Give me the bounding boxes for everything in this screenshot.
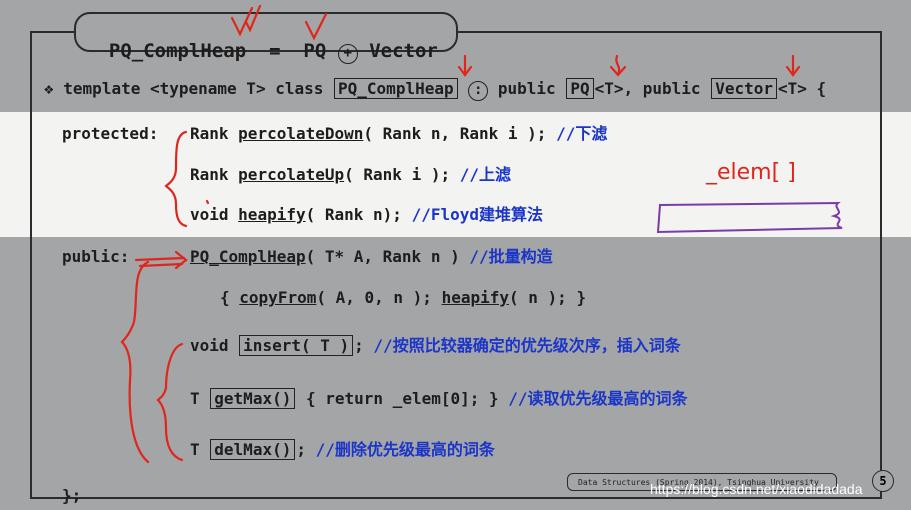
method-signature: insert( T ) xyxy=(239,335,354,356)
decl-public: public xyxy=(497,79,556,98)
code-line-constructor-body: { copyFrom( A, 0, n ); heapify( n ); } xyxy=(220,288,586,308)
slide-title: PQ_ComplHeap = PQ + Vector xyxy=(86,21,438,64)
code-line-heapify: void heapify( Rank n); //Floyd建堆算法 xyxy=(190,205,543,225)
closing-brace: }; xyxy=(62,486,82,505)
method-signature: delMax() xyxy=(210,439,296,460)
method-args: ( n ); } xyxy=(509,288,587,307)
code-comment: //批量构造 xyxy=(469,247,553,266)
code-comment: //上滤 xyxy=(459,165,512,184)
code-comment: //Floyd建堆算法 xyxy=(411,205,544,224)
page-number: 5 xyxy=(872,470,894,492)
code-line-percolate-down: Rank percolateDown( Rank n, Rank i ); //… xyxy=(190,124,607,144)
code-comment: //读取优先级最高的词条 xyxy=(508,389,688,408)
method-args: ( A, 0, n ); xyxy=(316,288,432,307)
decl-t1: <T>, public xyxy=(594,79,701,98)
method-name: heapify xyxy=(238,205,306,224)
code-comment: //下滤 xyxy=(556,124,608,143)
method-name: PQ_ComplHeap xyxy=(190,247,306,266)
return-type: Rank xyxy=(190,124,229,143)
title-equals: = xyxy=(269,40,281,62)
code-line-constructor: PQ_ComplHeap( T* A, Rank n ) //批量构造 xyxy=(190,247,553,267)
return-type: void xyxy=(190,205,229,224)
class-declaration: ❖ template <typename T> class PQ_ComplHe… xyxy=(44,78,827,101)
method-name: heapify xyxy=(441,288,510,307)
return-type: void xyxy=(190,336,229,355)
decl-prefix: template <typename T> class xyxy=(63,79,324,98)
decl-pq: PQ xyxy=(566,78,594,99)
brace: { xyxy=(220,288,230,307)
return-type: T xyxy=(190,389,200,408)
semicolon: ; xyxy=(354,336,364,355)
decl-colon: : xyxy=(468,81,489,101)
code-comment: //按照比较器确定的优先级次序，插入词条 xyxy=(373,336,681,355)
method-name: percolateDown xyxy=(238,124,364,143)
code-comment: //删除优先级最高的词条 xyxy=(315,440,495,459)
watermark-text: https://blog.csdn.net/xiaodidadada xyxy=(650,481,863,497)
decl-class-name: PQ_ComplHeap xyxy=(334,78,458,99)
decl-t2: <T> { xyxy=(778,79,827,98)
return-type: Rank xyxy=(190,165,229,184)
title-vector: Vector xyxy=(369,40,438,62)
bullet-icon: ❖ xyxy=(44,79,54,98)
method-args: ( Rank n); xyxy=(305,205,402,224)
handwritten-note: _elem[ ] xyxy=(706,160,796,185)
method-name: percolateUp xyxy=(238,165,345,184)
semicolon: ; xyxy=(296,440,306,459)
title-pq: PQ xyxy=(303,40,327,62)
protected-label: protected: xyxy=(62,124,159,143)
return-type: T xyxy=(190,440,200,459)
code-line-delmax: T delMax(); //删除优先级最高的词条 xyxy=(190,439,495,460)
public-label: public: xyxy=(62,247,130,266)
code-line-getmax: T getMax() { return _elem[0]; } //读取优先级最… xyxy=(190,388,688,409)
method-body: { return _elem[0]; } xyxy=(305,389,499,408)
title-plus: + xyxy=(337,44,358,64)
method-args: ( Rank i ); xyxy=(344,165,451,184)
method-args: ( T* A, Rank n ) xyxy=(305,247,460,266)
method-signature: getMax() xyxy=(210,388,296,409)
code-line-insert: void insert( T ); //按照比较器确定的优先级次序，插入词条 xyxy=(190,335,681,356)
code-line-percolate-up: Rank percolateUp( Rank i ); //上滤 xyxy=(190,165,511,185)
title-class-name: PQ_ComplHeap xyxy=(108,40,247,62)
decl-vector: Vector xyxy=(711,78,777,99)
method-name: copyFrom xyxy=(239,288,317,307)
method-args: ( Rank n, Rank i ); xyxy=(363,124,547,143)
